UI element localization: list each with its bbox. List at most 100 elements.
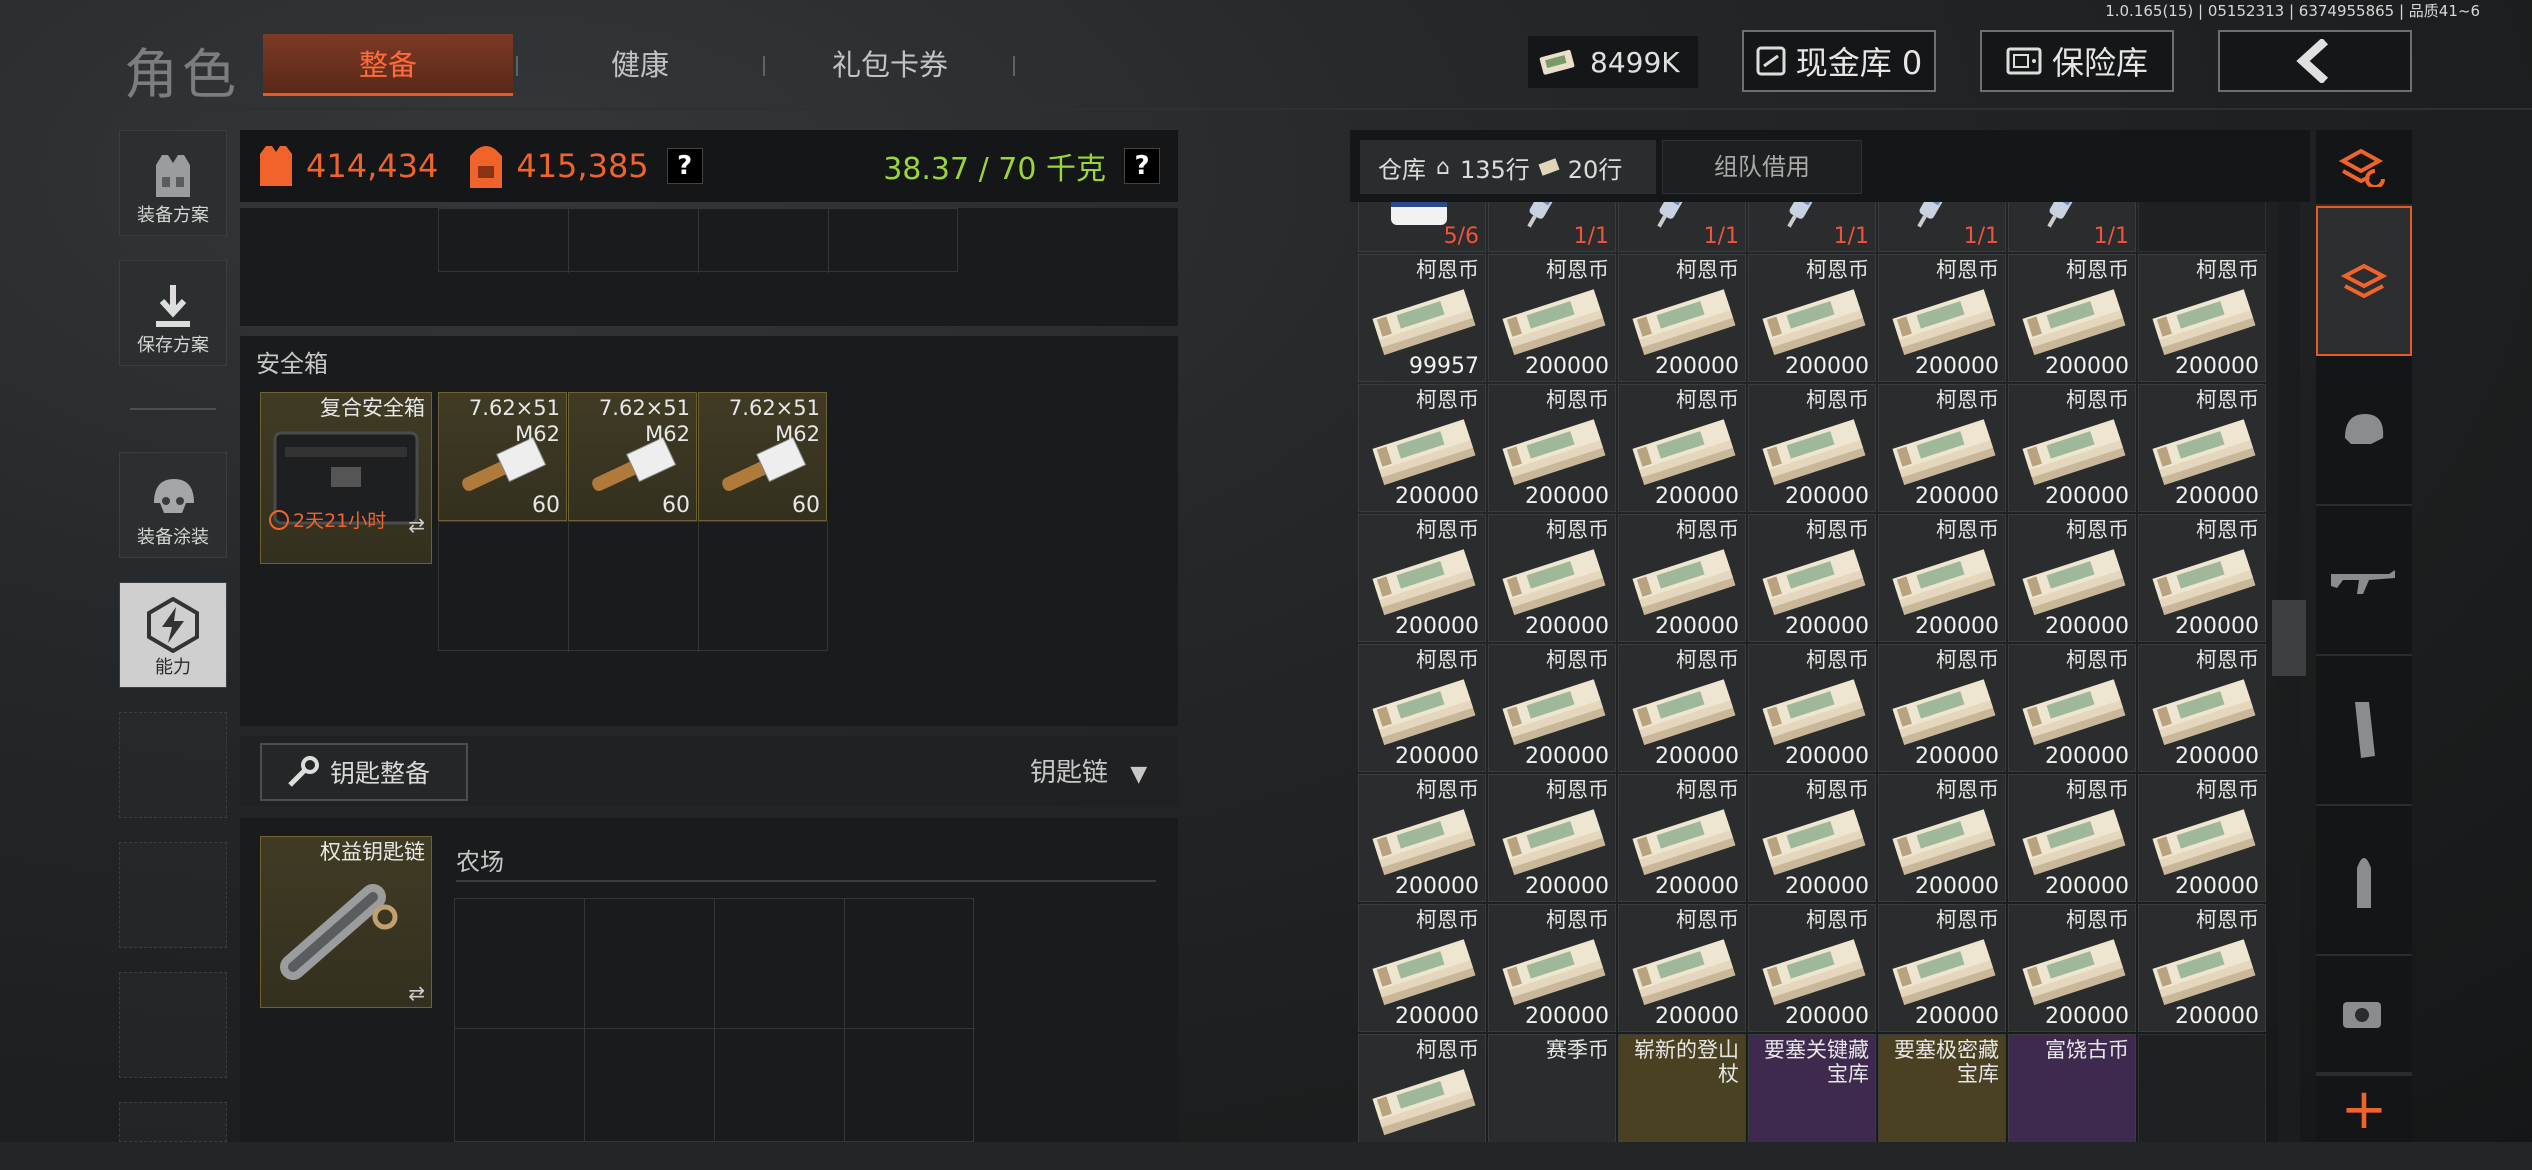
clock-icon: [269, 509, 289, 530]
coin-stack-item[interactable]: 柯恩币 200000: [1358, 644, 1486, 772]
tab-health[interactable]: 健康: [520, 34, 760, 96]
left-nav-divider: [130, 408, 216, 410]
loadout-plan-button[interactable]: 装备方案: [119, 130, 227, 236]
insurance-vault-button[interactable]: 保险库: [1980, 30, 2174, 92]
coin-stack-item[interactable]: 柯恩币 200000: [1618, 254, 1746, 382]
coin-stack-item[interactable]: 柯恩币 200000: [1618, 384, 1746, 512]
muscle-booster-item[interactable]: 肌肉强度剂1/1: [1878, 202, 2006, 252]
coin-stack-item[interactable]: 柯恩币 200000: [1488, 904, 1616, 1032]
coin-stack-item[interactable]: 柯恩币 200000: [2138, 774, 2266, 902]
item-name: 柯恩币: [1936, 258, 1999, 282]
pill-bottle-icon: [1391, 202, 1447, 225]
equipment-skin-button[interactable]: 装备涂装: [119, 452, 227, 558]
coin-stack-item[interactable]: 柯恩币 200000: [2008, 384, 2136, 512]
coin-stack-item[interactable]: 柯恩币 200000: [1488, 384, 1616, 512]
storage-item[interactable]: 柯恩币: [1358, 1034, 1486, 1142]
weight-help-button[interactable]: ?: [1124, 148, 1160, 184]
storage-scrollbar[interactable]: [2272, 600, 2306, 676]
keychain-slot[interactable]: 权益钥匙链 ⇄: [260, 836, 432, 1008]
coin-stack-item[interactable]: 柯恩币 200000: [1748, 514, 1876, 642]
swap-icon[interactable]: ⇄: [408, 981, 425, 1005]
coin-stack-item[interactable]: 柯恩币 200000: [2008, 774, 2136, 902]
coin-stack-item[interactable]: 柯恩币 200000: [1618, 644, 1746, 772]
back-button[interactable]: [2218, 30, 2412, 92]
coin-stack-item[interactable]: 柯恩币 200000: [1748, 904, 1876, 1032]
coin-stack-item[interactable]: 柯恩币 200000: [1488, 514, 1616, 642]
coin-stack-item[interactable]: 柯恩币 200000: [2008, 514, 2136, 642]
empty-cell: [2138, 1034, 2266, 1142]
safe-container-slot[interactable]: 复合安全箱 2天21小时 ⇄: [260, 392, 432, 564]
coin-stack-item[interactable]: 柯恩币 200000: [2138, 514, 2266, 642]
painkiller-item[interactable]: AI镇痛片5/6: [1358, 202, 1486, 252]
coin-stack-item[interactable]: 柯恩币 200000: [1488, 644, 1616, 772]
coin-stack-item[interactable]: 柯恩币 200000: [1358, 904, 1486, 1032]
storage-item[interactable]: 要塞极密藏 宝库: [1878, 1034, 2006, 1142]
cash-vault-button[interactable]: 现金库 0: [1742, 30, 1936, 92]
sort-button[interactable]: [2316, 130, 2412, 206]
coin-stack-item[interactable]: 柯恩币 200000: [1358, 774, 1486, 902]
coin-stack-item[interactable]: 柯恩币 200000: [2138, 254, 2266, 382]
coin-stack-item[interactable]: 柯恩币 99957: [1358, 254, 1486, 382]
ammo-slot[interactable]: 7.62×51 M62 60: [568, 392, 697, 521]
coin-stack-item[interactable]: 柯恩币 200000: [2008, 254, 2136, 382]
coin-stack-item[interactable]: 柯恩币 200000: [2138, 384, 2266, 512]
coin-stack-item[interactable]: 柯恩币 200000: [1878, 514, 2006, 642]
coin-stack-item[interactable]: 柯恩币 200000: [1748, 384, 1876, 512]
add-category-button[interactable]: +: [2316, 1074, 2412, 1142]
save-plan-button[interactable]: 保存方案: [119, 260, 227, 366]
storage-item[interactable]: 赛季币: [1488, 1034, 1616, 1142]
back-arrow-icon: [2296, 39, 2329, 83]
storage-item[interactable]: 富饶古币: [2008, 1034, 2136, 1142]
coin-stack-item[interactable]: 柯恩币 200000: [2138, 904, 2266, 1032]
coin-stack-item[interactable]: 柯恩币 200000: [1878, 254, 2006, 382]
coin-stack-item[interactable]: 柯恩币 200000: [2008, 644, 2136, 772]
category-all[interactable]: [2316, 206, 2412, 356]
category-attachment[interactable]: [2316, 956, 2412, 1074]
category-ammo[interactable]: [2316, 806, 2412, 956]
coin-stack-item[interactable]: 柯恩币 200000: [1618, 774, 1746, 902]
keychain-selector[interactable]: 钥匙链 ▼: [1030, 752, 1147, 789]
muscle-booster-item[interactable]: 肌肉强度剂1/1: [1488, 202, 1616, 252]
item-name: 柯恩币: [2196, 908, 2259, 932]
coin-stack-item[interactable]: 柯恩币 200000: [1488, 774, 1616, 902]
category-helmet[interactable]: [2316, 356, 2412, 506]
coin-stack-item[interactable]: 柯恩币 200000: [1878, 904, 2006, 1032]
storage-tab[interactable]: 仓库 ⌂ 135行 20行: [1360, 140, 1656, 194]
coin-stack-item[interactable]: 柯恩币 200000: [2008, 904, 2136, 1032]
coin-stack-item[interactable]: 柯恩币 200000: [1618, 514, 1746, 642]
storage-item[interactable]: 崭新的登山杖: [1618, 1034, 1746, 1142]
coin-stack-item[interactable]: 柯恩币 200000: [1878, 644, 2006, 772]
sort-stack-icon: [2339, 148, 2385, 187]
category-magazine[interactable]: [2316, 656, 2412, 806]
coin-stack-item[interactable]: 柯恩币 200000: [1878, 384, 2006, 512]
coin-stack-item[interactable]: 柯恩币 200000: [2138, 644, 2266, 772]
storage-item[interactable]: 要塞关键藏 宝库: [1748, 1034, 1876, 1142]
swap-icon[interactable]: ⇄: [408, 513, 425, 537]
coin-stack-item[interactable]: 柯恩币 200000: [1488, 254, 1616, 382]
item-quantity: 200000: [1525, 874, 1609, 899]
category-weapon[interactable]: [2316, 506, 2412, 656]
ammo-slot[interactable]: 7.62×51 M62 60: [698, 392, 827, 521]
muscle-booster-item[interactable]: 肌肉强度剂1/1: [1748, 202, 1876, 252]
coin-stack-item[interactable]: 柯恩币 200000: [1748, 254, 1876, 382]
item-name: 柯恩币: [1416, 908, 1479, 932]
muscle-booster-item[interactable]: 肌肉强度剂1/1: [1618, 202, 1746, 252]
coin-stack-item[interactable]: 柯恩币 200000: [1748, 644, 1876, 772]
loadout-plan-label: 装备方案: [137, 205, 209, 226]
tab-equip[interactable]: 整备: [263, 34, 513, 96]
item-name: 柯恩币: [1546, 258, 1609, 282]
coin-stack-item[interactable]: 柯恩币 200000: [1358, 384, 1486, 512]
item-quantity: 200000: [1655, 614, 1739, 639]
ability-button[interactable]: 能力: [119, 582, 227, 688]
value-help-button[interactable]: ?: [666, 148, 703, 184]
muscle-booster-item[interactable]: 肌肉强度剂1/1: [2008, 202, 2136, 252]
coin-stack-item[interactable]: 柯恩币 200000: [1878, 774, 2006, 902]
ammo-slot[interactable]: 7.62×51 M62 60: [438, 392, 567, 521]
key-loadout-button[interactable]: 钥匙整备: [260, 743, 468, 801]
download-icon: [156, 285, 190, 327]
tab-gift[interactable]: 礼包卡券: [770, 34, 1010, 96]
coin-stack-item[interactable]: 柯恩币 200000: [1748, 774, 1876, 902]
team-borrow-tab[interactable]: 组队借用: [1662, 140, 1862, 194]
coin-stack-item[interactable]: 柯恩币 200000: [1358, 514, 1486, 642]
coin-stack-item[interactable]: 柯恩币 200000: [1618, 904, 1746, 1032]
